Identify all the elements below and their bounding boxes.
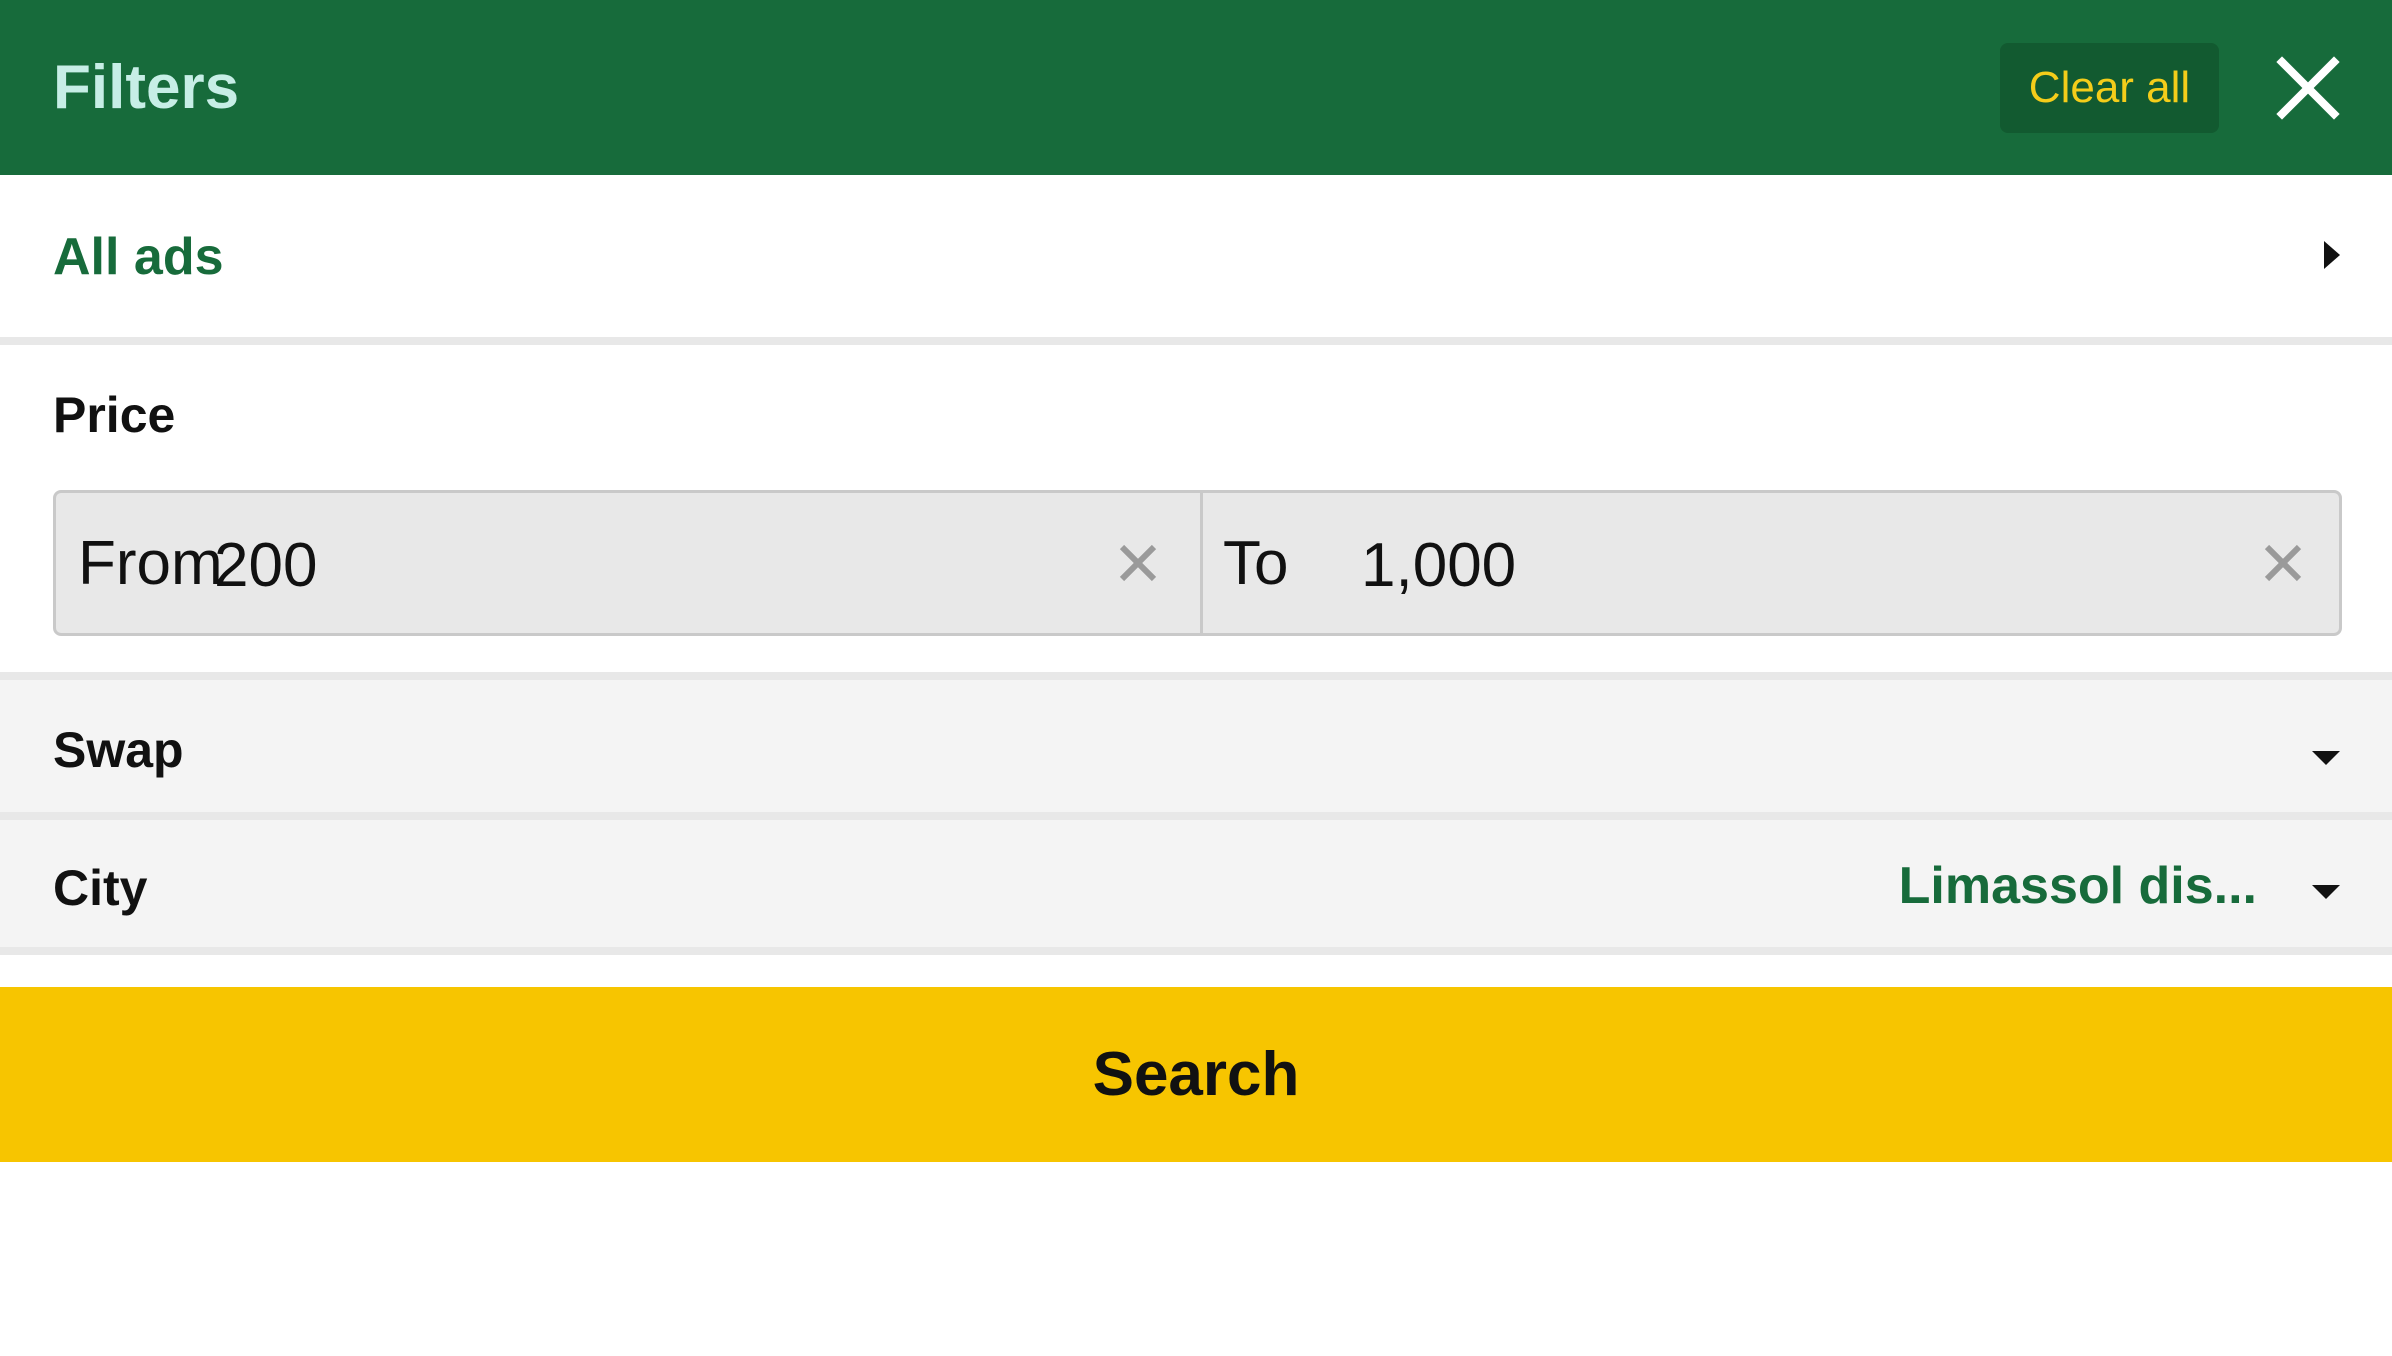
swap-label: Swap bbox=[53, 722, 184, 778]
filters-header: Filters Clear all bbox=[0, 0, 2392, 175]
divider bbox=[0, 337, 2392, 345]
clear-all-button[interactable]: Clear all bbox=[2000, 43, 2219, 133]
search-button[interactable]: Search bbox=[0, 987, 2392, 1162]
clear-x-icon[interactable] bbox=[2261, 541, 2305, 585]
category-label: All ads bbox=[53, 228, 224, 286]
caret-down-icon bbox=[2312, 751, 2340, 765]
caret-down-icon bbox=[2312, 885, 2340, 899]
divider bbox=[0, 947, 2392, 955]
price-from-prefix: From bbox=[78, 529, 223, 598]
page-title: Filters bbox=[53, 53, 240, 122]
city-label: City bbox=[53, 860, 148, 916]
price-to-input[interactable]: 1,000 bbox=[1361, 531, 1516, 601]
divider bbox=[0, 812, 2392, 820]
price-to-field[interactable]: To 1,000 bbox=[1203, 493, 2339, 633]
price-section: Price From 200 To 1,000 bbox=[0, 345, 2392, 672]
clear-x-icon[interactable] bbox=[1116, 541, 1160, 585]
price-label: Price bbox=[53, 387, 176, 443]
city-selected-value: Limassol dis... bbox=[1898, 857, 2257, 915]
close-button[interactable] bbox=[2270, 50, 2346, 126]
swap-row[interactable]: Swap bbox=[0, 680, 2392, 812]
price-to-prefix: To bbox=[1223, 529, 1289, 598]
close-icon bbox=[2276, 56, 2340, 120]
price-from-input[interactable]: 200 bbox=[214, 531, 317, 601]
price-from-field[interactable]: From 200 bbox=[56, 493, 1200, 633]
category-row[interactable]: All ads bbox=[0, 175, 2392, 337]
city-row[interactable]: City Limassol dis... bbox=[0, 820, 2392, 947]
price-range: From 200 To 1,000 bbox=[53, 490, 2342, 636]
divider bbox=[0, 672, 2392, 680]
chevron-right-icon bbox=[2324, 241, 2340, 269]
